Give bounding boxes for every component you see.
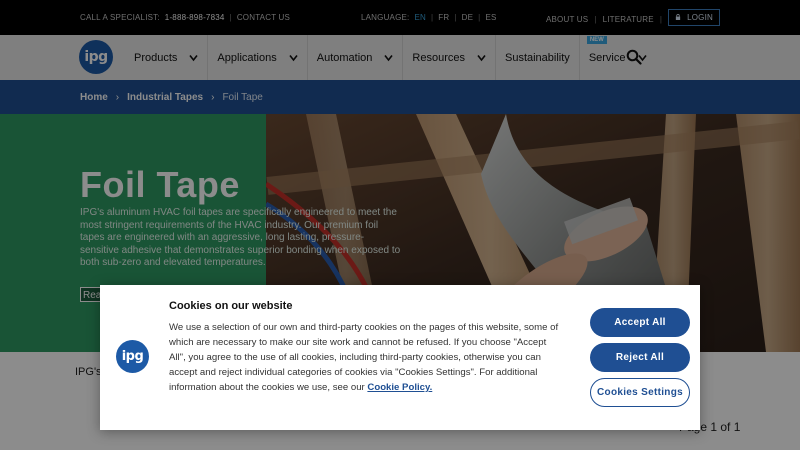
cookie-policy-link[interactable]: Cookie Policy. [367, 382, 432, 393]
cookies-settings-button[interactable]: Cookies Settings [590, 378, 690, 407]
cookie-body-text: We use a selection of our own and third-… [169, 322, 559, 393]
cookie-banner: ipg Cookies on our website We use a sele… [100, 285, 700, 430]
cookie-title: Cookies on our website [169, 300, 293, 312]
ipg-logo: ipg [116, 340, 149, 373]
accept-all-button[interactable]: Accept All [590, 308, 690, 337]
reject-all-button[interactable]: Reject All [590, 343, 690, 372]
cookie-body: We use a selection of our own and third-… [169, 320, 559, 395]
